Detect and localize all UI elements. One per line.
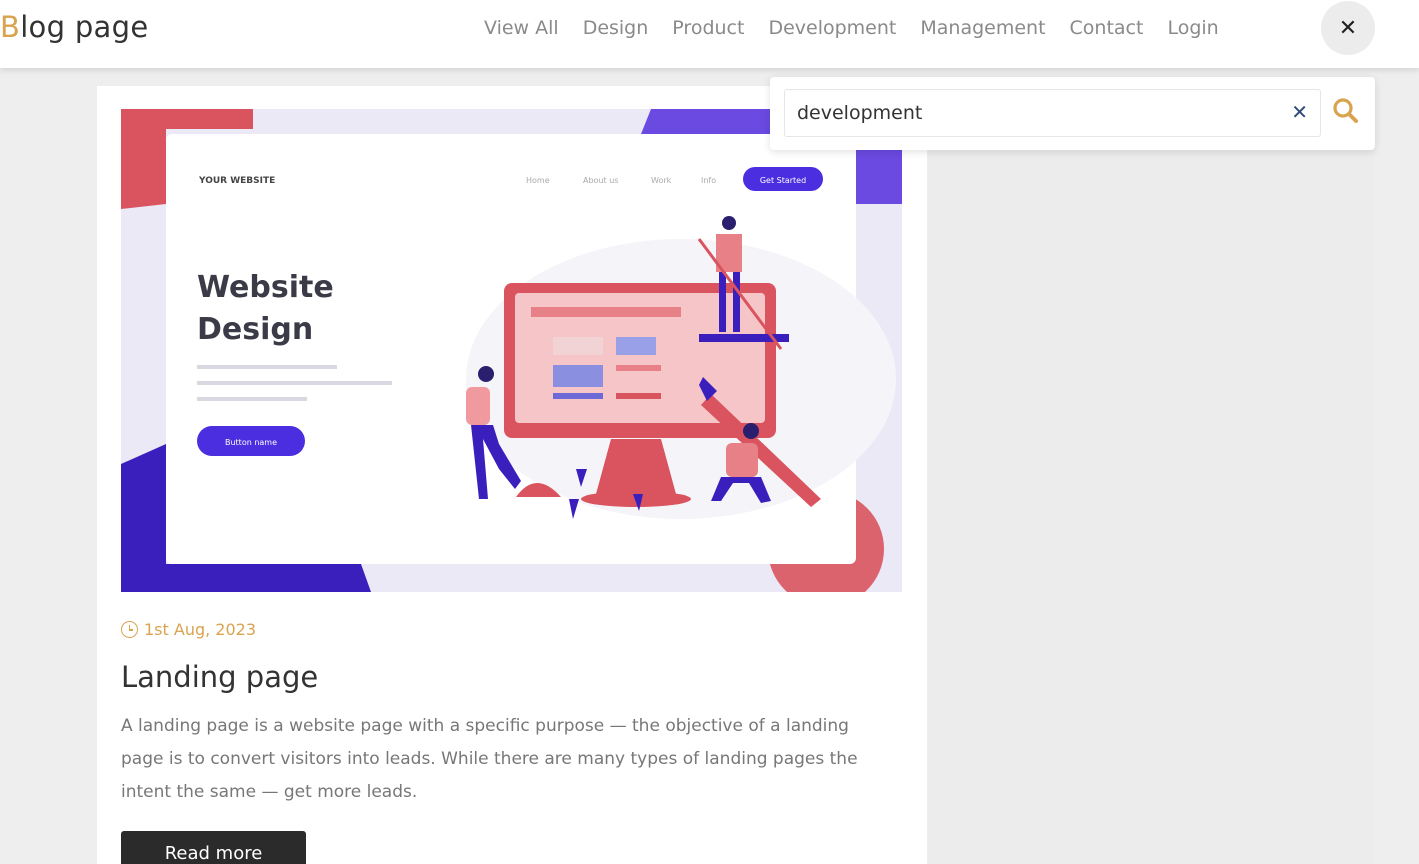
nav-management[interactable]: Management (908, 0, 1057, 56)
close-icon: ✕ (1338, 15, 1358, 41)
logo-first-letter: B (0, 10, 21, 44)
post-card: YOUR WEBSITE Home About us Work Info Get… (97, 86, 927, 864)
mock-cta-text: Get Started (760, 176, 806, 185)
mock-menu-about: About us (583, 176, 618, 185)
mock-button-text: Button name (225, 438, 277, 447)
clock-icon (121, 621, 138, 638)
mock-headline-line1: Website (197, 270, 334, 305)
site-header: Blog page View All Design Product Develo… (0, 0, 1419, 68)
clear-search-icon[interactable]: ✕ (1291, 100, 1308, 124)
search-box: ✕ (784, 89, 1321, 137)
sidebar-area (928, 86, 1375, 864)
nav-login[interactable]: Login (1155, 0, 1230, 56)
read-more-button[interactable]: Read more (121, 831, 306, 864)
mock-menu-home: Home (526, 176, 550, 185)
logo-text: log page (20, 10, 149, 44)
close-search-button[interactable]: ✕ (1321, 1, 1375, 55)
nav-development[interactable]: Development (756, 0, 908, 56)
nav-view-all[interactable]: View All (472, 0, 571, 56)
site-logo[interactable]: Blog page (0, 10, 148, 44)
post-image[interactable]: YOUR WEBSITE Home About us Work Info Get… (121, 109, 902, 592)
post-date: 1st Aug, 2023 (121, 620, 256, 639)
post-title[interactable]: Landing page (121, 660, 318, 694)
main-nav: View All Design Product Development Mana… (472, 0, 1231, 56)
search-input[interactable] (797, 90, 1267, 136)
mock-headline-line2: Design (197, 312, 313, 347)
post-date-text: 1st Aug, 2023 (144, 620, 257, 639)
nav-product[interactable]: Product (660, 0, 756, 56)
nav-design[interactable]: Design (571, 0, 661, 56)
mock-menu-work: Work (651, 176, 672, 185)
search-icon (1333, 98, 1358, 123)
landing-page-illustration: YOUR WEBSITE Home About us Work Info Get… (121, 109, 902, 592)
mock-site-label: YOUR WEBSITE (198, 176, 275, 186)
mock-menu-info: Info (701, 176, 716, 185)
nav-contact[interactable]: Contact (1058, 0, 1156, 56)
search-button[interactable] (1328, 94, 1364, 130)
search-panel: ✕ (770, 77, 1375, 150)
post-excerpt: A landing page is a website page with a … (121, 716, 858, 802)
